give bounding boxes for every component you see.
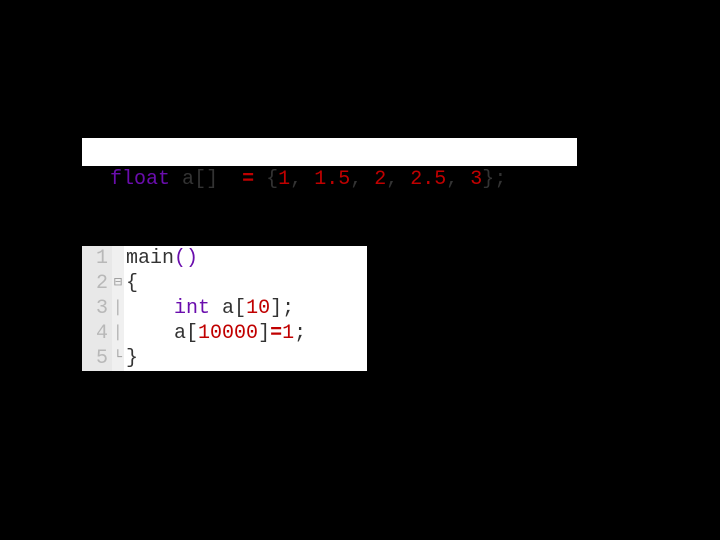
line-number: 3 (82, 296, 112, 321)
line-number: 1 (82, 246, 112, 271)
code-line-4: 4 │ a[10000]=1; (82, 321, 367, 346)
code-line-3: 3 │ int a[10]; (82, 296, 367, 321)
fold-end-icon: └ (112, 346, 124, 371)
operator-assign: = (242, 168, 254, 191)
function-main: main (126, 247, 174, 270)
code-content: main() (124, 246, 367, 271)
brace-close: } (126, 347, 138, 370)
code-content: } (124, 346, 367, 371)
number-literal: 3 (470, 168, 482, 191)
keyword-int: int (174, 297, 210, 320)
number-literal: 10000 (198, 322, 258, 345)
line-number: 2 (82, 271, 112, 296)
number-literal: 2.5 (410, 168, 446, 191)
fold-gutter (112, 246, 124, 271)
code-line-1: 1 main() (82, 246, 367, 271)
number-literal: 1.5 (314, 168, 350, 191)
code-snippet-float-array: float a[] = {1, 1.5, 2, 2.5, 3}; (82, 138, 577, 166)
code-line-5: 5 └ } (82, 346, 367, 371)
number-literal: 2 (374, 168, 386, 191)
code-content: a[10000]=1; (124, 321, 367, 346)
code-content: { (124, 271, 367, 296)
brace-open: { (126, 272, 138, 295)
keyword-float: float (110, 168, 170, 191)
fold-guide-icon: │ (112, 296, 124, 321)
number-literal: 1 (282, 322, 294, 345)
operator-assign: = (270, 322, 282, 345)
fold-guide-icon: │ (112, 321, 124, 346)
line-number: 4 (82, 321, 112, 346)
code-line-2: 2 ⊟ { (82, 271, 367, 296)
number-literal: 1 (278, 168, 290, 191)
code-snippet-main-function: 1 main() 2 ⊟ { 3 │ int a[10]; 4 │ a[1000… (82, 246, 367, 371)
code-content: int a[10]; (124, 296, 367, 321)
identifier-a: a (182, 168, 194, 191)
fold-collapse-icon[interactable]: ⊟ (112, 271, 124, 296)
number-literal: 10 (246, 297, 270, 320)
line-number: 5 (82, 346, 112, 371)
